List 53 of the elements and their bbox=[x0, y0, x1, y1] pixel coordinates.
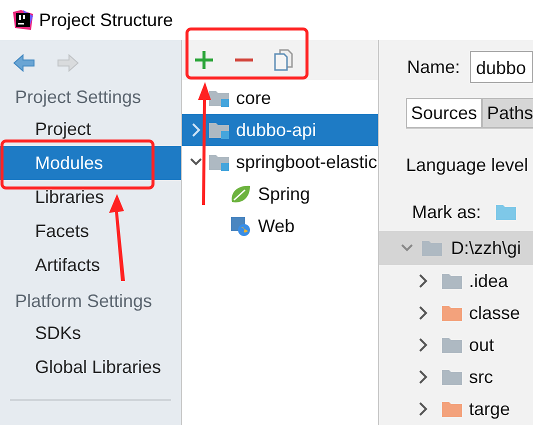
leaf-icon bbox=[230, 184, 252, 204]
sidebar-item[interactable]: Project bbox=[0, 112, 181, 146]
folder-icon bbox=[441, 399, 463, 419]
sidebar-item[interactable]: Modules bbox=[0, 146, 181, 180]
module-name: Web bbox=[258, 216, 295, 236]
mark-as-label: Mark as: bbox=[412, 202, 482, 223]
web-globe-icon bbox=[230, 216, 252, 236]
sidebar-item[interactable]: Artifacts bbox=[0, 248, 181, 282]
module-name: springboot-elastic bbox=[236, 152, 378, 172]
tab[interactable]: Sources bbox=[406, 98, 482, 128]
folder-icon bbox=[421, 238, 443, 258]
section-header: Platform Settings bbox=[14, 290, 154, 313]
name-field[interactable]: dubbo bbox=[470, 51, 533, 84]
window-title: Project Structure bbox=[39, 10, 174, 30]
folder-name: .idea bbox=[469, 270, 508, 292]
copy-icon[interactable] bbox=[274, 49, 294, 71]
chevron-icon[interactable] bbox=[417, 274, 429, 288]
app-logo-icon bbox=[13, 10, 33, 30]
language-level-label: Language level bbox=[405, 154, 530, 177]
tree-row[interactable]: dubbo-api bbox=[182, 114, 378, 146]
back-arrow-icon[interactable] bbox=[13, 54, 35, 72]
chevron-icon[interactable] bbox=[417, 370, 429, 384]
add-icon[interactable] bbox=[194, 50, 214, 70]
folder-name: classe bbox=[469, 302, 520, 324]
folder-name: targe bbox=[469, 398, 510, 420]
module-folder-icon bbox=[208, 120, 230, 140]
sidebar-item[interactable]: Facets bbox=[0, 214, 181, 248]
tree-row[interactable]: Web bbox=[182, 210, 378, 242]
tree-row[interactable]: core bbox=[182, 82, 378, 114]
tree-row[interactable]: Spring bbox=[182, 178, 378, 210]
chevron-icon[interactable] bbox=[417, 402, 429, 416]
module-folder-icon bbox=[208, 152, 230, 172]
tab[interactable]: Paths bbox=[482, 98, 533, 128]
sidebar-item[interactable]: Global Libraries bbox=[0, 350, 181, 384]
folder-icon bbox=[441, 335, 463, 355]
name-label: Name: bbox=[407, 56, 460, 78]
content-root-row[interactable]: D:\zzh\gi bbox=[379, 231, 533, 265]
chevron-icon[interactable] bbox=[417, 306, 429, 320]
module-folder-icon bbox=[208, 88, 230, 108]
module-name: core bbox=[236, 88, 272, 108]
sidebar-item[interactable]: SDKs bbox=[0, 316, 181, 350]
sidebar-item[interactable]: Libraries bbox=[0, 180, 181, 214]
module-name: Spring bbox=[258, 184, 310, 204]
chevron-icon[interactable] bbox=[190, 123, 202, 137]
folder-icon bbox=[441, 303, 463, 323]
folder-name: out bbox=[469, 334, 494, 356]
chevron-icon[interactable] bbox=[417, 338, 429, 352]
folder-icon bbox=[441, 367, 463, 387]
module-name: dubbo-api bbox=[236, 120, 316, 140]
folder-name: src bbox=[469, 366, 493, 388]
section-header: Project Settings bbox=[14, 86, 142, 109]
folder-icon bbox=[441, 271, 463, 291]
folder-path: D:\zzh\gi bbox=[451, 238, 522, 258]
